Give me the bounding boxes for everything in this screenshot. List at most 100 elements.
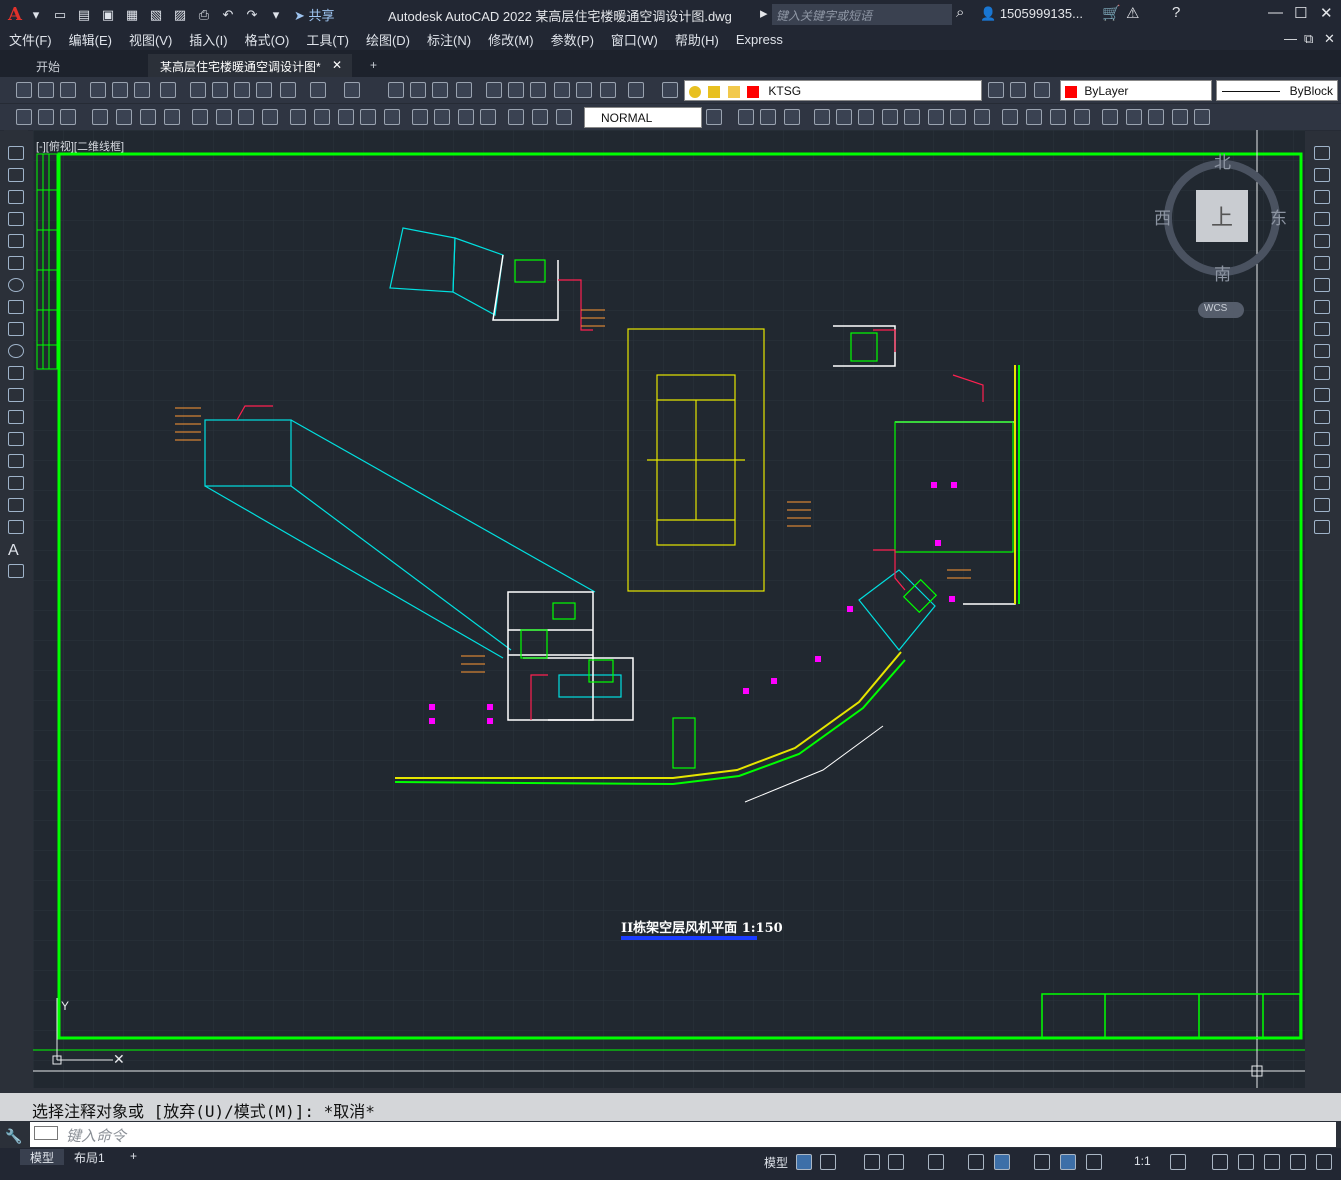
new-icon[interactable]	[16, 82, 32, 98]
ordinate-dim-icon[interactable]	[164, 109, 180, 125]
close-icon[interactable]: ✕	[1320, 4, 1333, 22]
command-input[interactable]: 键入命令	[30, 1122, 1336, 1147]
arc-icon[interactable]	[8, 256, 24, 270]
line-icon[interactable]	[8, 146, 24, 160]
search-icon[interactable]: ⌕	[956, 4, 964, 21]
ellipse-icon[interactable]	[8, 344, 24, 358]
autodesk-app-icon[interactable]: ⚠	[1126, 4, 1139, 22]
fillet-icon[interactable]	[1050, 109, 1066, 125]
viewcube-north[interactable]: 北	[1214, 148, 1231, 173]
dim-update-icon[interactable]	[556, 109, 572, 125]
cut-icon[interactable]	[190, 82, 206, 98]
stretch-icon[interactable]	[904, 109, 920, 125]
make-block-icon[interactable]	[8, 410, 24, 424]
center-mark-icon[interactable]	[434, 109, 450, 125]
help-icon[interactable]	[628, 82, 644, 98]
rotate-icon[interactable]	[858, 109, 874, 125]
mirror-icon[interactable]	[760, 109, 776, 125]
erase-icon[interactable]	[1314, 146, 1330, 160]
array-icon[interactable]	[1314, 234, 1330, 248]
minimize-icon[interactable]: —	[1268, 4, 1283, 21]
open-web-icon[interactable]: ▧	[146, 5, 166, 25]
menu-window[interactable]: 窗口(W)	[602, 30, 666, 49]
command-customize-icon[interactable]: 🔧	[0, 1128, 28, 1145]
circle-icon[interactable]	[8, 278, 24, 292]
draw-order-icon[interactable]	[1102, 109, 1118, 125]
send-back-icon[interactable]	[1148, 109, 1164, 125]
viewcube-east[interactable]: 东	[1270, 204, 1287, 229]
insert-block-icon[interactable]	[8, 388, 24, 402]
bring-front-icon[interactable]	[1126, 109, 1142, 125]
layer-dropdown[interactable]: KTSG	[684, 80, 982, 101]
hatch-icon[interactable]	[8, 454, 24, 468]
snap-mode-icon[interactable]	[820, 1154, 836, 1170]
move-icon[interactable]	[1314, 256, 1330, 270]
continue-dim-icon[interactable]	[338, 109, 354, 125]
redo-icon[interactable]	[344, 82, 360, 98]
layer-properties-icon[interactable]	[662, 82, 678, 98]
menu-tools[interactable]: 工具(T)	[297, 30, 357, 49]
viewcube-top-face[interactable]: 上	[1196, 190, 1248, 242]
block-editor-icon[interactable]	[280, 82, 296, 98]
polar-tracking-icon[interactable]	[888, 1154, 904, 1170]
color-dropdown[interactable]: ByLayer	[1060, 80, 1212, 101]
point-icon[interactable]	[8, 432, 24, 446]
spline-icon[interactable]	[8, 322, 24, 336]
tab-document[interactable]: 某高层住宅楼暖通空调设计图* ✕	[148, 54, 352, 77]
baseline-dim-icon[interactable]	[314, 109, 330, 125]
ellipse-arc-icon[interactable]	[8, 366, 24, 380]
join-icon[interactable]	[1002, 109, 1018, 125]
viewcube-west[interactable]: 西	[1154, 204, 1171, 229]
autocad-logo[interactable]: A	[8, 4, 22, 25]
undo-icon[interactable]	[310, 82, 326, 98]
chamfer-icon[interactable]	[1314, 454, 1330, 468]
new-file-icon[interactable]: ▭	[50, 5, 70, 25]
plot-icon[interactable]	[90, 82, 106, 98]
drawing-canvas[interactable]: II栋架空层风机平面 1:150 Y ✕	[33, 130, 1305, 1088]
aligned-dim-icon[interactable]	[116, 109, 132, 125]
tab-layout1[interactable]: 布局1	[64, 1149, 115, 1165]
hatch-back-icon[interactable]	[1194, 109, 1210, 125]
doc-restore-icon[interactable]: ⧉	[1304, 31, 1313, 47]
menu-help[interactable]: 帮助(H)	[666, 30, 727, 49]
arc-length-dim-icon[interactable]	[140, 109, 156, 125]
radius-dim-icon[interactable]	[192, 109, 208, 125]
app-menu-chevron-icon[interactable]: ▾	[26, 5, 46, 25]
copy-icon[interactable]	[1314, 168, 1330, 182]
linear-dim-icon[interactable]	[92, 109, 108, 125]
move-icon[interactable]	[836, 109, 852, 125]
new-tab-button[interactable]: +	[358, 54, 389, 77]
angular-dim-icon[interactable]	[262, 109, 278, 125]
open-file-icon[interactable]: ▤	[74, 5, 94, 25]
menu-parametric[interactable]: 参数(P)	[542, 30, 602, 49]
annotation-scale[interactable]: 1:1	[1134, 1154, 1151, 1168]
menu-view[interactable]: 视图(V)	[120, 30, 180, 49]
title-chevron-icon[interactable]: ▸	[760, 4, 768, 22]
command-prompt-icon[interactable]	[34, 1126, 58, 1140]
tool-palettes-icon[interactable]	[530, 82, 546, 98]
quick-dim-icon[interactable]	[290, 109, 306, 125]
quick-properties-icon[interactable]	[1264, 1154, 1280, 1170]
rotate-icon[interactable]	[1314, 278, 1330, 292]
open-icon[interactable]	[38, 82, 54, 98]
design-center-icon[interactable]	[508, 82, 524, 98]
lineweight-icon[interactable]	[1034, 1154, 1050, 1170]
save-as-icon[interactable]: ▦	[122, 5, 142, 25]
mirror-icon[interactable]	[1314, 190, 1330, 204]
zoom-window-icon[interactable]	[432, 82, 448, 98]
paste-icon[interactable]	[234, 82, 250, 98]
doc-minimize-icon[interactable]: —	[1284, 31, 1297, 46]
sheet-set-icon[interactable]	[554, 82, 570, 98]
dim-edit-icon[interactable]	[508, 109, 524, 125]
share-button[interactable]: ➤ 共享	[294, 5, 335, 24]
diameter-dim-icon[interactable]	[238, 109, 254, 125]
tab-close-icon[interactable]: ✕	[332, 58, 342, 72]
polyline-icon[interactable]	[8, 190, 24, 204]
clean-screen-icon[interactable]	[1290, 1154, 1306, 1170]
scale-icon[interactable]	[1314, 300, 1330, 314]
layer-states-icon[interactable]	[1034, 82, 1050, 98]
copy-icon[interactable]	[212, 82, 228, 98]
workspace-gear-icon[interactable]	[1170, 1154, 1186, 1170]
rectangle-icon[interactable]	[8, 234, 24, 248]
multiline-text-icon[interactable]: A	[8, 542, 24, 559]
